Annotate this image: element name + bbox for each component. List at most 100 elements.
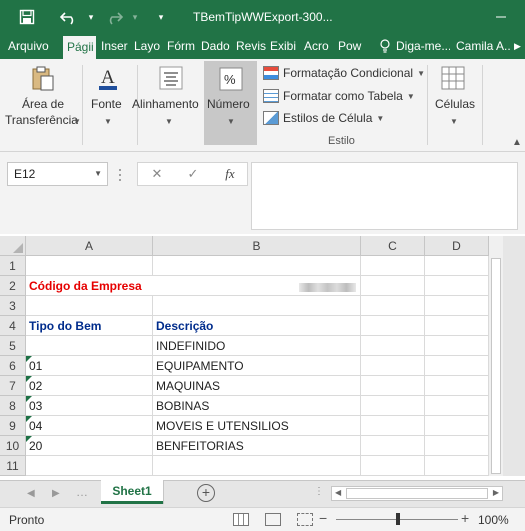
cell-d2[interactable] (425, 276, 489, 296)
normal-view-icon[interactable] (233, 513, 249, 526)
cell-a8[interactable]: 03 (26, 396, 153, 416)
scroll-left-icon[interactable]: ◀ (335, 488, 341, 497)
cells-group[interactable]: Células ▼ (428, 59, 478, 145)
number-group[interactable]: % Número ▼ (204, 61, 257, 145)
clipboard-group[interactable]: Área de Transferência ▼ (0, 59, 81, 145)
row-header[interactable]: 7 (0, 376, 26, 396)
redo-dropdown-icon[interactable]: ▾ (124, 6, 146, 28)
collapse-ribbon-icon[interactable]: ▲ (512, 137, 522, 148)
zoom-level[interactable]: 100% (478, 513, 509, 527)
cell-a6[interactable]: 01 (26, 356, 153, 376)
cell-d1[interactable] (425, 256, 489, 276)
tab-power[interactable]: Pow (338, 34, 366, 59)
cell-d7[interactable] (425, 376, 489, 396)
add-sheet-icon[interactable]: + (197, 484, 215, 502)
cell-d4[interactable] (425, 316, 489, 336)
row-header[interactable]: 5 (0, 336, 26, 356)
column-header-a[interactable]: A (26, 236, 153, 256)
cell-b10[interactable]: BENFEITORIAS (153, 436, 361, 456)
cell-a10[interactable]: 20 (26, 436, 153, 456)
row-header[interactable]: 4 (0, 316, 26, 336)
cell-a2[interactable]: Código da Empresa (26, 276, 153, 296)
cell-d11[interactable] (425, 456, 489, 476)
cell-b4[interactable]: Descrição (153, 316, 361, 336)
customize-toolbar-icon[interactable]: ▾ (150, 6, 172, 28)
insert-function-icon[interactable]: fx (220, 166, 240, 182)
cell-b7[interactable]: MAQUINAS (153, 376, 361, 396)
conditional-formatting-button[interactable]: Formatação Condicional ▼ (263, 63, 425, 83)
alignment-group[interactable]: Alinhamento ▼ (132, 59, 202, 145)
cell-d8[interactable] (425, 396, 489, 416)
tab-acrobat[interactable]: Acro (304, 34, 333, 59)
more-sheets-icon[interactable]: … (76, 485, 88, 499)
font-group[interactable]: A Fonte ▼ (83, 59, 133, 145)
row-header[interactable]: 1 (0, 256, 26, 276)
column-header-c[interactable]: C (361, 236, 425, 256)
row-header[interactable]: 8 (0, 396, 26, 416)
cell-a7[interactable]: 02 (26, 376, 153, 396)
column-header-b[interactable]: B (153, 236, 361, 256)
cell-c7[interactable] (361, 376, 425, 396)
undo-dropdown-icon[interactable]: ▾ (80, 6, 102, 28)
cell-a3[interactable] (26, 296, 153, 316)
tab-pagina[interactable]: Págii (63, 36, 96, 59)
redo-icon[interactable] (103, 6, 125, 28)
enter-icon[interactable]: ✓ (183, 166, 203, 182)
cell-b11[interactable] (153, 456, 361, 476)
scrollbar-thumb[interactable] (491, 258, 501, 474)
select-all-button[interactable] (0, 236, 26, 256)
cell-d6[interactable] (425, 356, 489, 376)
sheet-tab-sheet1[interactable]: Sheet1 (101, 480, 163, 504)
cell-d5[interactable] (425, 336, 489, 356)
row-header[interactable]: 10 (0, 436, 26, 456)
tab-arquivo[interactable]: Arquivo (8, 34, 54, 59)
minimize-icon[interactable] (487, 8, 515, 26)
cell-c6[interactable] (361, 356, 425, 376)
cell-c9[interactable] (361, 416, 425, 436)
user-account[interactable]: Camila A... (456, 34, 510, 59)
cell-b6[interactable]: EQUIPAMENTO (153, 356, 361, 376)
tab-formulas[interactable]: Fórm (167, 34, 198, 59)
cell-c1[interactable] (361, 256, 425, 276)
row-header[interactable]: 6 (0, 356, 26, 376)
cancel-icon[interactable]: ✕ (147, 166, 167, 182)
next-sheet-icon[interactable]: ▶ (52, 488, 60, 499)
row-header[interactable]: 9 (0, 416, 26, 436)
save-icon[interactable] (16, 6, 38, 28)
cell-d9[interactable] (425, 416, 489, 436)
cell-c11[interactable] (361, 456, 425, 476)
row-header[interactable]: 2 (0, 276, 26, 296)
cell-b5[interactable]: INDEFINIDO (153, 336, 361, 356)
cell-b1[interactable] (153, 256, 361, 276)
row-header[interactable]: 3 (0, 296, 26, 316)
cell-b3[interactable] (153, 296, 361, 316)
cell-a4[interactable]: Tipo do Bem (26, 316, 153, 336)
cell-b2[interactable] (153, 276, 361, 296)
cell-b8[interactable]: BOBINAS (153, 396, 361, 416)
tab-layout[interactable]: Layo (134, 34, 162, 59)
tab-exibir[interactable]: Exibi (270, 34, 300, 59)
cell-b9[interactable]: MOVEIS E UTENSILIOS (153, 416, 361, 436)
cell-c2[interactable] (361, 276, 425, 296)
cell-a5[interactable] (26, 336, 153, 356)
cell-a11[interactable] (26, 456, 153, 476)
cell-d3[interactable] (425, 296, 489, 316)
cell-d10[interactable] (425, 436, 489, 456)
cell-a1[interactable] (26, 256, 153, 276)
formula-input[interactable] (251, 162, 518, 230)
resize-handle-icon[interactable] (118, 168, 122, 182)
scroll-right-icon[interactable]: ▶ (493, 488, 499, 497)
zoom-slider-thumb[interactable] (396, 513, 400, 525)
scroll-right-icon[interactable]: ▶ (514, 34, 525, 59)
vertical-scrollbar[interactable] (489, 236, 503, 476)
tell-me-search[interactable]: Diga-me... (396, 34, 450, 59)
page-layout-view-icon[interactable] (265, 513, 281, 526)
zoom-in-icon[interactable]: + (461, 510, 469, 526)
cell-a9[interactable]: 04 (26, 416, 153, 436)
cell-c10[interactable] (361, 436, 425, 456)
scrollbar-thumb[interactable] (346, 488, 488, 499)
page-break-view-icon[interactable] (297, 513, 313, 526)
name-box[interactable]: E12 ▼ (7, 162, 108, 186)
cell-c8[interactable] (361, 396, 425, 416)
cell-c3[interactable] (361, 296, 425, 316)
